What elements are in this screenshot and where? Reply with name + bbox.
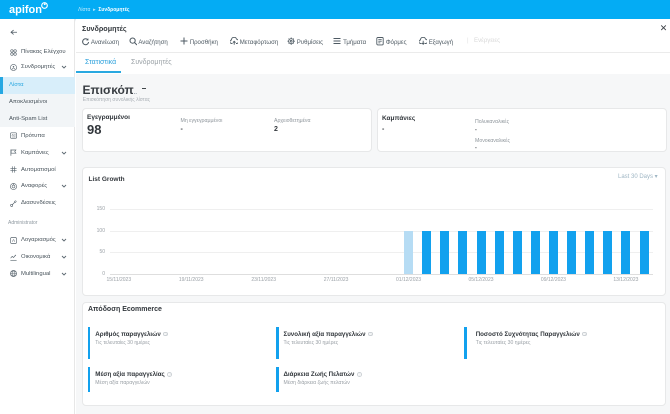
svg-text:A: A [12, 238, 16, 243]
